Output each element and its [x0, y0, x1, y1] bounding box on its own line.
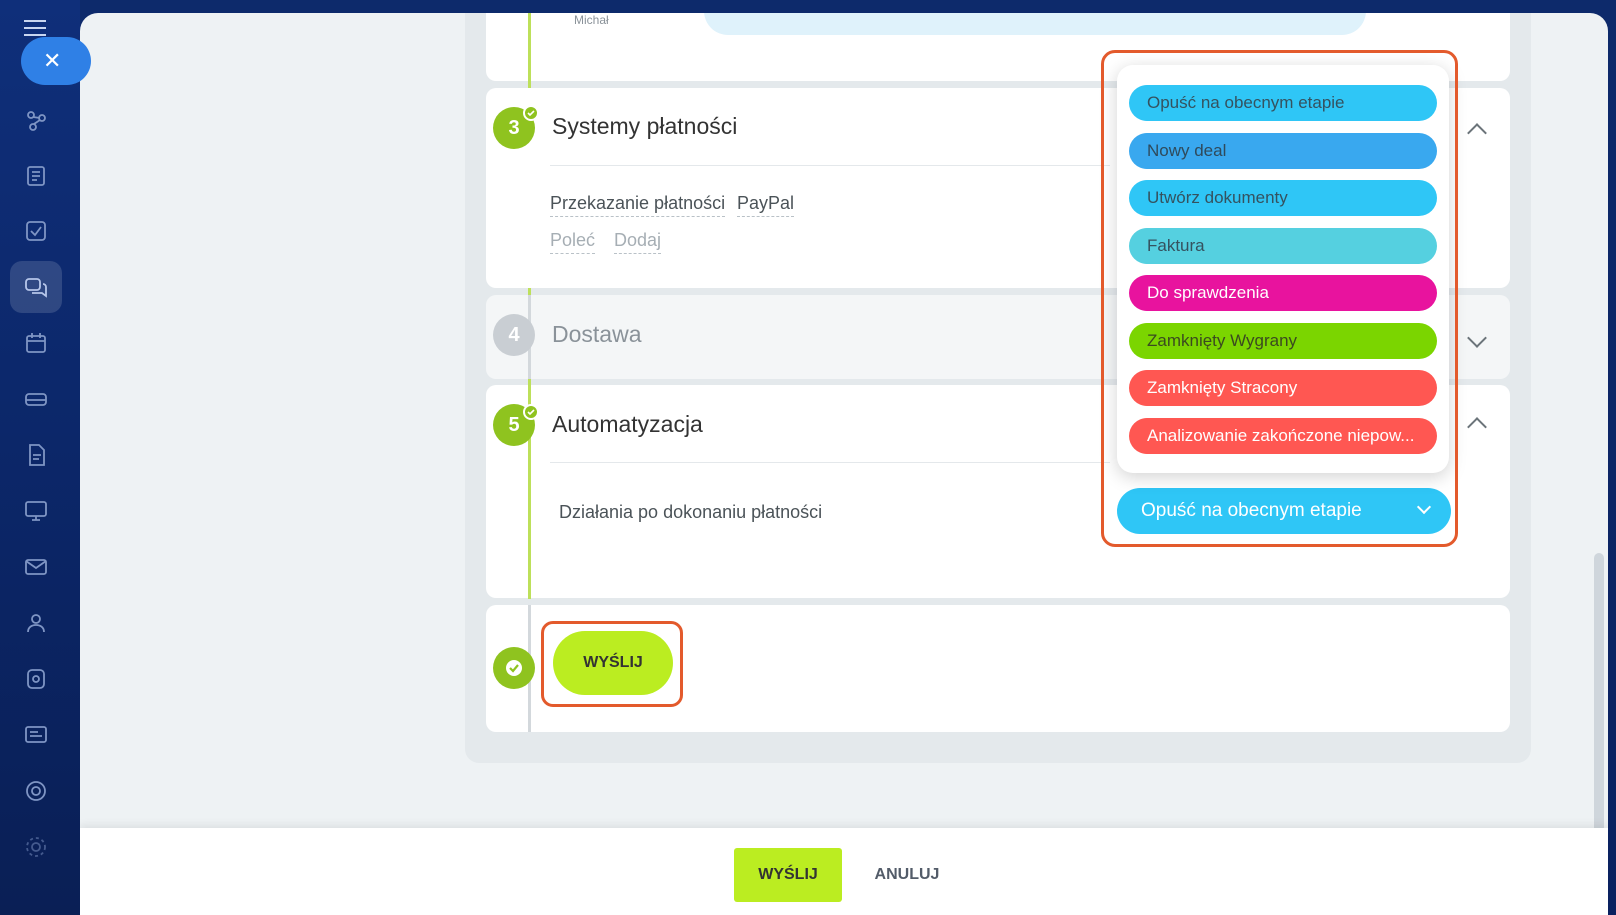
divider	[550, 462, 1110, 463]
automation-icon[interactable]	[10, 653, 62, 705]
paypal-link[interactable]: PayPal	[737, 193, 795, 217]
settings-icon[interactable]	[10, 821, 62, 873]
message-bubble	[704, 13, 1366, 35]
footer-bar: WYŚLIJ ANULUJ	[80, 828, 1608, 915]
sites-icon[interactable]	[10, 485, 62, 537]
calendar-icon[interactable]	[10, 317, 62, 369]
done-check-icon	[493, 647, 535, 689]
recommend-link[interactable]: Poleć	[550, 230, 596, 254]
step-complete-check-icon	[523, 404, 539, 420]
drive-icon[interactable]	[10, 373, 62, 425]
crm-icon[interactable]	[10, 95, 62, 147]
mail-icon[interactable]	[10, 541, 62, 593]
step-title-automation: Automatyzacja	[552, 411, 703, 437]
payment-transfer-link[interactable]: Przekazanie płatności	[550, 193, 726, 217]
main-panel: Michał 3 Systemy płatności Przekazanie p…	[80, 13, 1608, 915]
close-icon: ✕	[43, 48, 62, 73]
menu-icon[interactable]	[24, 20, 46, 36]
marketing-icon[interactable]	[10, 709, 62, 761]
divider	[550, 165, 1110, 166]
tasks-icon[interactable]	[10, 205, 62, 257]
dropdown-highlight-frame	[1101, 50, 1458, 547]
step-title-delivery: Dostawa	[552, 321, 642, 347]
step-number-4: 4	[493, 314, 535, 356]
close-slider-button[interactable]: ✕	[21, 37, 91, 85]
documents-icon[interactable]	[10, 429, 62, 481]
after-payment-actions-label: Działania po dokonaniu płatności	[559, 502, 823, 522]
scrollbar[interactable]	[1594, 553, 1604, 843]
send-button[interactable]: WYŚLIJ	[734, 848, 842, 902]
add-link[interactable]: Dodaj	[614, 230, 662, 254]
send-highlight-frame	[541, 621, 683, 707]
feed-icon[interactable]	[10, 150, 62, 202]
analytics-icon[interactable]	[10, 765, 62, 817]
avatar-name: Michał	[574, 13, 609, 27]
left-sidebar	[0, 0, 80, 915]
cancel-button[interactable]: ANULUJ	[862, 848, 952, 902]
contacts-icon[interactable]	[10, 597, 62, 649]
chat-icon[interactable]	[10, 261, 62, 313]
step-complete-check-icon	[523, 105, 539, 121]
step-title-payment: Systemy płatności	[552, 113, 738, 139]
